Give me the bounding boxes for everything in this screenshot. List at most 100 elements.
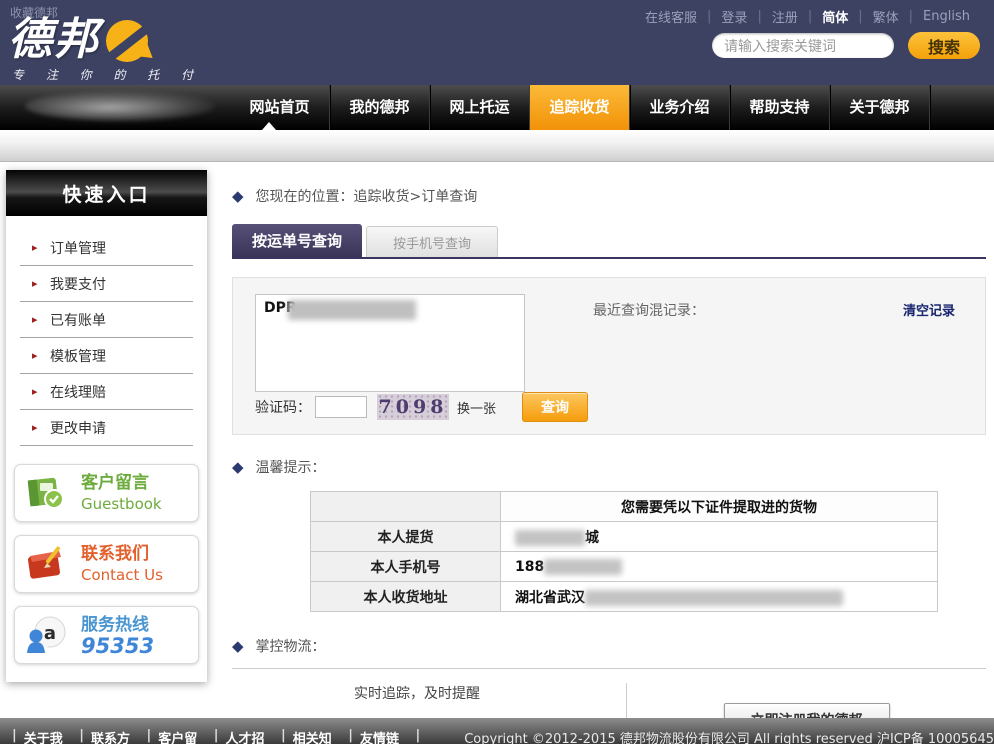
nav-about[interactable]: 关于德邦 xyxy=(830,85,930,130)
tips-table-header: 您需要凭以下证件提取进的货物 xyxy=(501,492,938,522)
row-label: 本人手机号 xyxy=(311,552,501,582)
query-button[interactable]: 查询 xyxy=(522,392,588,422)
captcha-input[interactable] xyxy=(315,396,367,418)
link-login[interactable]: 登录 xyxy=(711,7,757,26)
contact-book-icon xyxy=(23,541,69,587)
feature-item: 实时追踪，及时提醒 xyxy=(354,683,564,703)
logo[interactable]: 德邦 xyxy=(8,18,150,64)
sidebar-title: 快速入口 xyxy=(6,170,207,216)
footer-link-about[interactable]: 关于我们 xyxy=(17,728,80,744)
nav-track-receive[interactable]: 追踪收货 xyxy=(530,85,630,130)
widget-subtitle: Guestbook xyxy=(81,494,162,514)
sidebar-item-templates[interactable]: ▸模板管理 xyxy=(20,338,193,374)
page: 收藏德邦 德邦 专 注 你 的 托 付 在线客服| 登录| 注册| 简体| 繁体… xyxy=(0,0,994,744)
widget-subtitle: Contact Us xyxy=(81,565,163,585)
sidebar-item-bills[interactable]: ▸已有账单 xyxy=(20,302,193,338)
tips-section: ◆ 温馨提示： 您需要凭以下证件提取进的货物 本人提货 城 本人手机号 188 … xyxy=(232,457,986,612)
logistics-heading: 掌控物流： xyxy=(256,636,326,656)
bullet-icon: ▸ xyxy=(32,385,38,398)
nav-items: 网站首页 我的德邦 网上托运 追踪收货 业务介绍 帮助支持 关于德邦 xyxy=(230,85,930,130)
logo-slogan: 专 注 你 的 托 付 xyxy=(12,66,202,83)
search-input[interactable] xyxy=(712,33,894,58)
guestbook-widget[interactable]: 客户留言 Guestbook xyxy=(14,464,199,522)
captcha-refresh-link[interactable]: 换一张 xyxy=(457,398,496,417)
tips-heading: 温馨提示： xyxy=(256,457,326,477)
nav-online-shipping[interactable]: 网上托运 xyxy=(430,85,530,130)
nav-services[interactable]: 业务介绍 xyxy=(630,85,730,130)
tab-by-phone[interactable]: 按手机号查询 xyxy=(366,226,498,257)
redacted-value xyxy=(515,530,585,546)
table-row: 本人收货地址 湖北省武汉 xyxy=(311,582,938,612)
sidebar-widgets: 客户留言 Guestbook 联系我们 Contact Us xyxy=(6,452,207,664)
top-utility-links: 在线客服| 登录| 注册| 简体| 繁体| English xyxy=(635,7,980,26)
clear-records-link[interactable]: 清空记录 xyxy=(903,300,955,319)
footer-link-knowledge[interactable]: 相关知识 xyxy=(286,728,349,744)
widget-title: 联系我们 xyxy=(81,543,163,565)
bullet-icon: ▸ xyxy=(32,421,38,434)
pickup-value: 城 xyxy=(585,530,599,546)
table-row: 本人提货 城 xyxy=(311,522,938,552)
diamond-icon: ◆ xyxy=(232,187,244,205)
sidebar-item-pay[interactable]: ▸我要支付 xyxy=(20,266,193,302)
hotline-avatar-icon: a xyxy=(23,612,69,658)
tracking-number-input[interactable]: DPR xyxy=(255,294,525,392)
header-search: 搜索 xyxy=(712,32,980,59)
contact-us-widget[interactable]: 联系我们 Contact Us xyxy=(14,535,199,593)
footer-link-contact[interactable]: 联系方式 xyxy=(84,728,147,744)
guestbook-icon xyxy=(23,470,69,516)
query-tabs: 按运单号查询 按手机号查询 xyxy=(232,224,986,259)
captcha-label: 验证码： xyxy=(255,397,311,417)
nav-home[interactable]: 网站首页 xyxy=(230,85,330,130)
main-content: ◆ 您现在的位置：追踪收货>订单查询 按运单号查询 按手机号查询 DPR 最近查… xyxy=(232,170,986,744)
query-panel: DPR 最近查询混记录： 清空记录 验证码： 7098 换一张 查询 xyxy=(232,277,986,435)
redacted-tracking-number xyxy=(288,300,416,320)
footer-link-guestbook[interactable]: 客户留言 xyxy=(151,728,214,744)
footer-links: | 关于我们| 联系方式| 客户留言| 人才招聘| 相关知识| 友情链接| xyxy=(12,728,420,744)
redacted-value xyxy=(544,559,622,575)
sub-header-strip xyxy=(0,130,994,162)
search-button[interactable]: 搜索 xyxy=(908,32,980,59)
sidebar-item-change-request[interactable]: ▸更改申请 xyxy=(20,410,193,446)
phone-value: 188 xyxy=(515,559,544,575)
sidebar-item-online-claims[interactable]: ▸在线理赔 xyxy=(20,374,193,410)
row-label: 本人收货地址 xyxy=(311,582,501,612)
footer-link-careers[interactable]: 人才招聘 xyxy=(219,728,282,744)
captcha-image[interactable]: 7098 xyxy=(377,394,449,420)
widget-title: 客户留言 xyxy=(81,472,162,494)
bullet-icon: ▸ xyxy=(32,241,38,254)
footer: | 关于我们| 联系方式| 客户留言| 人才招聘| 相关知识| 友情链接| Co… xyxy=(0,718,994,744)
sidebar: 快速入口 ▸订单管理 ▸我要支付 ▸已有账单 ▸模板管理 ▸在线理赔 ▸更改申请… xyxy=(6,170,207,682)
lang-english[interactable]: English xyxy=(913,9,980,24)
nav-my-deppon[interactable]: 我的德邦 xyxy=(330,85,430,130)
bullet-icon: ▸ xyxy=(32,349,38,362)
nav-help[interactable]: 帮助支持 xyxy=(730,85,830,130)
main-navbar: 网站首页 我的德邦 网上托运 追踪收货 业务介绍 帮助支持 关于德邦 xyxy=(0,85,994,130)
link-online-service[interactable]: 在线客服 xyxy=(635,7,707,26)
diamond-icon: ◆ xyxy=(232,458,244,476)
hotline-number: 95353 xyxy=(81,636,154,656)
divider xyxy=(232,668,986,669)
breadcrumb-text: 您现在的位置：追踪收货>订单查询 xyxy=(256,186,478,206)
footer-link-friendly-links[interactable]: 友情链接 xyxy=(353,728,416,744)
service-hotline-widget[interactable]: a 服务热线 95353 xyxy=(14,606,199,664)
table-row: 本人手机号 188 xyxy=(311,552,938,582)
captcha-row: 验证码： 7098 换一张 查询 xyxy=(255,392,588,422)
lang-traditional[interactable]: 繁体 xyxy=(863,7,909,26)
bullet-icon: ▸ xyxy=(32,313,38,326)
recent-query-label: 最近查询混记录： xyxy=(593,300,705,320)
sidebar-item-order-management[interactable]: ▸订单管理 xyxy=(20,230,193,266)
svg-text:a: a xyxy=(44,623,56,644)
breadcrumb: ◆ 您现在的位置：追踪收货>订单查询 xyxy=(232,186,986,206)
nav-cloud-decoration xyxy=(25,91,215,121)
sidebar-menu: ▸订单管理 ▸我要支付 ▸已有账单 ▸模板管理 ▸在线理赔 ▸更改申请 xyxy=(6,216,207,452)
row-label: 本人提货 xyxy=(311,522,501,552)
lang-simplified[interactable]: 简体 xyxy=(812,7,858,26)
nav-pointer-triangle-icon xyxy=(262,122,276,130)
tab-by-waybill[interactable]: 按运单号查询 xyxy=(232,224,362,257)
bullet-icon: ▸ xyxy=(32,277,38,290)
table-row: 您需要凭以下证件提取进的货物 xyxy=(311,492,938,522)
logo-arrow-icon xyxy=(104,18,150,64)
header: 收藏德邦 德邦 专 注 你 的 托 付 在线客服| 登录| 注册| 简体| 繁体… xyxy=(0,0,994,85)
link-register[interactable]: 注册 xyxy=(762,7,808,26)
copyright-text: Copyright ©2012-2015 德邦物流股份有限公司 All righ… xyxy=(464,728,994,744)
